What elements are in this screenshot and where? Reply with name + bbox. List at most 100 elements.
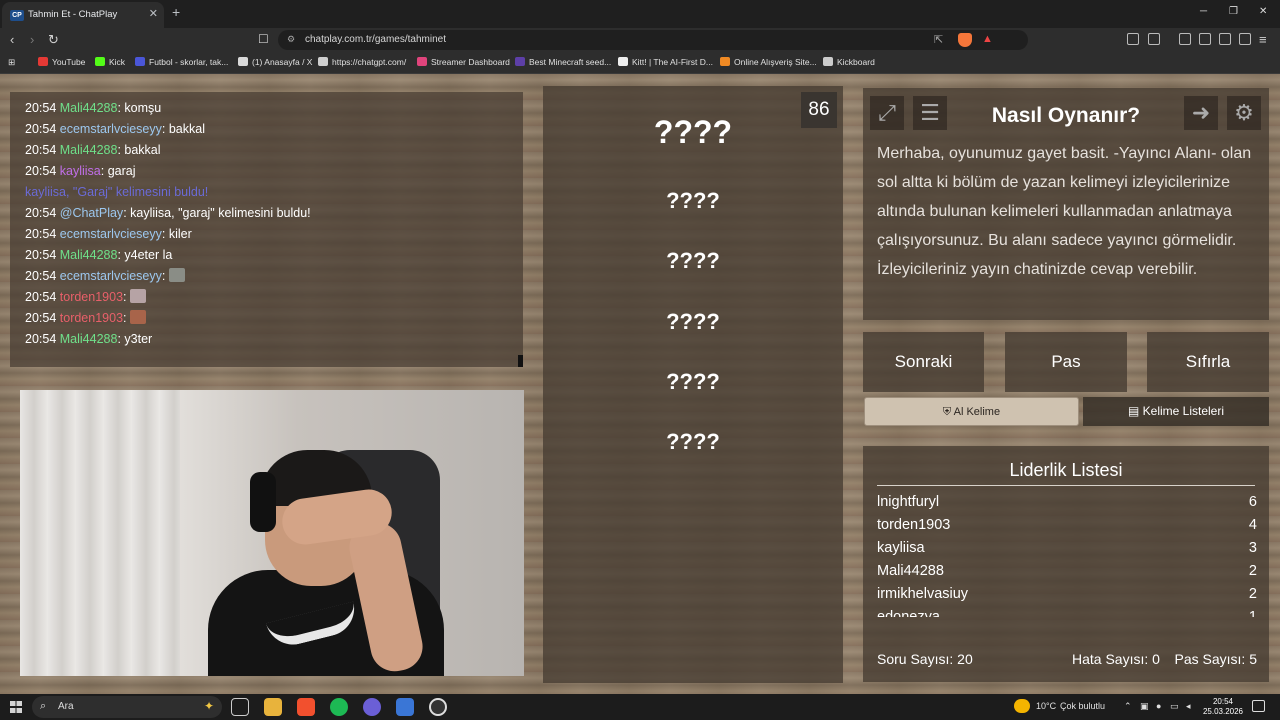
file-explorer-icon[interactable] bbox=[264, 698, 282, 716]
pass-count: Pas Sayısı: 5 bbox=[1174, 651, 1258, 667]
chat-username[interactable]: @ChatPlay bbox=[60, 206, 123, 220]
chat-username[interactable]: torden1903 bbox=[60, 290, 123, 304]
weather-temp[interactable]: 10°C bbox=[1036, 701, 1056, 711]
back-icon[interactable]: ‹ bbox=[10, 32, 14, 47]
chat-separator: : bbox=[161, 122, 169, 136]
tray-chevron-icon[interactable]: ⌃ bbox=[1124, 701, 1132, 712]
new-tab-icon[interactable]: + bbox=[172, 4, 180, 20]
chat-time: 20:54 bbox=[25, 206, 57, 220]
leaderboard-list[interactable]: lnightfuryl 6 torden1903 4 kayliisa 3 Mali4428… bbox=[877, 491, 1257, 617]
leaderboard-name: irmikhelvasiuy bbox=[877, 586, 969, 602]
chat-username[interactable]: ecemstarlvcieseyy bbox=[60, 269, 162, 283]
site-info-icon[interactable]: ⚙ bbox=[287, 34, 295, 45]
sidebar-icon[interactable] bbox=[1179, 33, 1191, 45]
microphone-icon[interactable]: ● bbox=[1156, 701, 1161, 711]
weather-desc[interactable]: Çok bulutlu bbox=[1060, 701, 1105, 711]
tray-app-icon[interactable]: ▣ bbox=[1140, 701, 1149, 712]
reset-button[interactable]: Sıfırla bbox=[1147, 332, 1269, 392]
chat-username[interactable]: kayliisa bbox=[60, 164, 101, 178]
brave-wallet-icon[interactable] bbox=[1199, 33, 1211, 45]
leaderboard-row: Mali44288 2 bbox=[877, 560, 1257, 583]
chat-scrollbar[interactable] bbox=[518, 355, 523, 367]
leaderboard-score: 1 bbox=[1248, 609, 1257, 617]
chat-text: y4eter la bbox=[124, 248, 173, 262]
clock[interactable]: 20:54 25.03.2026 bbox=[1200, 697, 1246, 717]
chat-separator: : bbox=[161, 227, 169, 241]
word-lists-button[interactable]: ▤ Kelime Listeleri bbox=[1083, 397, 1269, 426]
brave-shield-icon[interactable] bbox=[958, 33, 972, 47]
forbidden-word: ???? bbox=[666, 188, 720, 213]
notification-icon[interactable] bbox=[1252, 700, 1265, 712]
bookmarks-bar: ⊞ YouTube Kick Futbol - skorlar, tak... … bbox=[0, 52, 1280, 74]
leaderboard-name: torden1903 bbox=[877, 517, 951, 533]
chat-username[interactable]: Mali44288 bbox=[60, 332, 118, 346]
apps-icon[interactable]: ⊞ bbox=[8, 57, 15, 68]
forbidden-word: ???? bbox=[666, 429, 720, 454]
brave-rewards-icon[interactable]: ▲ bbox=[982, 33, 993, 45]
app-icon[interactable] bbox=[396, 698, 414, 716]
menu-icon[interactable]: ≡ bbox=[1259, 32, 1267, 47]
brave-browser-icon[interactable] bbox=[297, 698, 315, 716]
volume-icon[interactable]: ◂ bbox=[1186, 701, 1191, 712]
windows-start-icon[interactable] bbox=[10, 701, 22, 713]
tab-active[interactable]: CP Tahmin Et - ChatPlay ✕ bbox=[2, 2, 164, 28]
next-button[interactable]: Sonraki bbox=[863, 332, 984, 392]
bookmark-kickboard[interactable]: Kickboard bbox=[823, 57, 875, 67]
leaderboard-name: Mali44288 bbox=[877, 563, 944, 579]
bookmark-futbol[interactable]: Futbol - skorlar, tak... bbox=[135, 57, 228, 67]
weather-icon[interactable] bbox=[1014, 699, 1030, 713]
task-view-icon[interactable] bbox=[231, 698, 249, 716]
emote-icon bbox=[129, 289, 146, 303]
chat-message: 20:54 Mali44288: komşu bbox=[25, 98, 523, 119]
minecraft-seed-icon bbox=[515, 57, 525, 66]
chat-message: 20:54 kayliisa: garaj bbox=[25, 161, 523, 182]
ai-word-button[interactable]: ⛨ Al Kelime bbox=[864, 397, 1079, 426]
chat-message: 20:54 ecemstarlvcieseyy: kiler bbox=[25, 224, 523, 245]
tab-bar: CP Tahmin Et - ChatPlay ✕ + ─ ❐ ✕ bbox=[0, 0, 1280, 28]
url-text: chatplay.com.tr/games/tahminet bbox=[305, 34, 446, 45]
chat-username[interactable]: ecemstarlvcieseyy bbox=[60, 227, 162, 241]
chat-username[interactable]: Mali44288 bbox=[60, 143, 118, 157]
forward-icon[interactable]: › bbox=[30, 32, 34, 47]
leo-ai-icon[interactable] bbox=[1219, 33, 1231, 45]
bookmark-kitt[interactable]: Kitt! | The AI-First D... bbox=[618, 57, 713, 67]
bookmark-youtube[interactable]: YouTube bbox=[38, 57, 85, 67]
wallet-icon[interactable] bbox=[1148, 33, 1160, 45]
bookmark-kick[interactable]: Kick bbox=[95, 57, 125, 67]
exit-button[interactable]: ➜ bbox=[1184, 96, 1218, 130]
network-icon[interactable]: ▭ bbox=[1170, 701, 1179, 712]
reload-icon[interactable]: ↻ bbox=[48, 32, 59, 48]
spotify-icon[interactable] bbox=[330, 698, 348, 716]
restore-icon[interactable]: ❐ bbox=[1229, 6, 1238, 17]
chat-text: komşu bbox=[124, 101, 162, 115]
bookmark-streamer-dashboard[interactable]: Streamer Dashboard bbox=[417, 57, 510, 67]
extensions-icon[interactable] bbox=[1127, 33, 1139, 45]
discord-icon[interactable] bbox=[363, 698, 381, 716]
share-icon[interactable]: ⇱ bbox=[934, 33, 943, 46]
bookmark-minecraft-seeds[interactable]: Best Minecraft seed... bbox=[515, 57, 611, 67]
chat-username[interactable]: ecemstarlvcieseyy bbox=[60, 122, 162, 136]
shield-icon: ⛨ bbox=[942, 406, 954, 418]
leaderboard-name: edonezya bbox=[877, 609, 940, 617]
how-to-play-text: Merhaba, oyunumuz gayet basit. -Yayıncı … bbox=[877, 145, 1252, 278]
taskbar-search[interactable]: ⌕ Ara ✦ bbox=[32, 696, 222, 718]
pass-button[interactable]: Pas bbox=[1005, 332, 1127, 392]
chat-username[interactable]: torden1903 bbox=[60, 311, 123, 325]
chat-username[interactable]: Mali44288 bbox=[60, 248, 118, 262]
chatgpt-icon bbox=[318, 57, 328, 66]
leaderboard-score: 4 bbox=[1248, 517, 1257, 533]
settings-button[interactable]: ⚙ bbox=[1227, 96, 1261, 130]
minimize-icon[interactable]: ─ bbox=[1200, 6, 1207, 17]
obs-icon[interactable] bbox=[429, 698, 447, 716]
leaderboard-row: lnightfuryl 6 bbox=[877, 491, 1257, 514]
close-tab-icon[interactable]: ✕ bbox=[149, 7, 158, 20]
bookmark-icon[interactable]: ☐ bbox=[258, 32, 269, 46]
vpn-icon[interactable] bbox=[1239, 33, 1251, 45]
forbidden-word: ???? bbox=[666, 309, 720, 334]
close-window-icon[interactable]: ✕ bbox=[1259, 6, 1267, 17]
chat-username[interactable]: Mali44288 bbox=[60, 101, 118, 115]
bookmark-online-shopping[interactable]: Online Alışveriş Site... bbox=[720, 57, 817, 67]
bookmark-x[interactable]: (1) Anasayfa / X bbox=[238, 57, 312, 67]
url-field[interactable]: ⚙ chatplay.com.tr/games/tahminet ⇱ ▲ bbox=[278, 30, 1028, 50]
bookmark-chatgpt[interactable]: https://chatgpt.com/ bbox=[318, 57, 406, 67]
